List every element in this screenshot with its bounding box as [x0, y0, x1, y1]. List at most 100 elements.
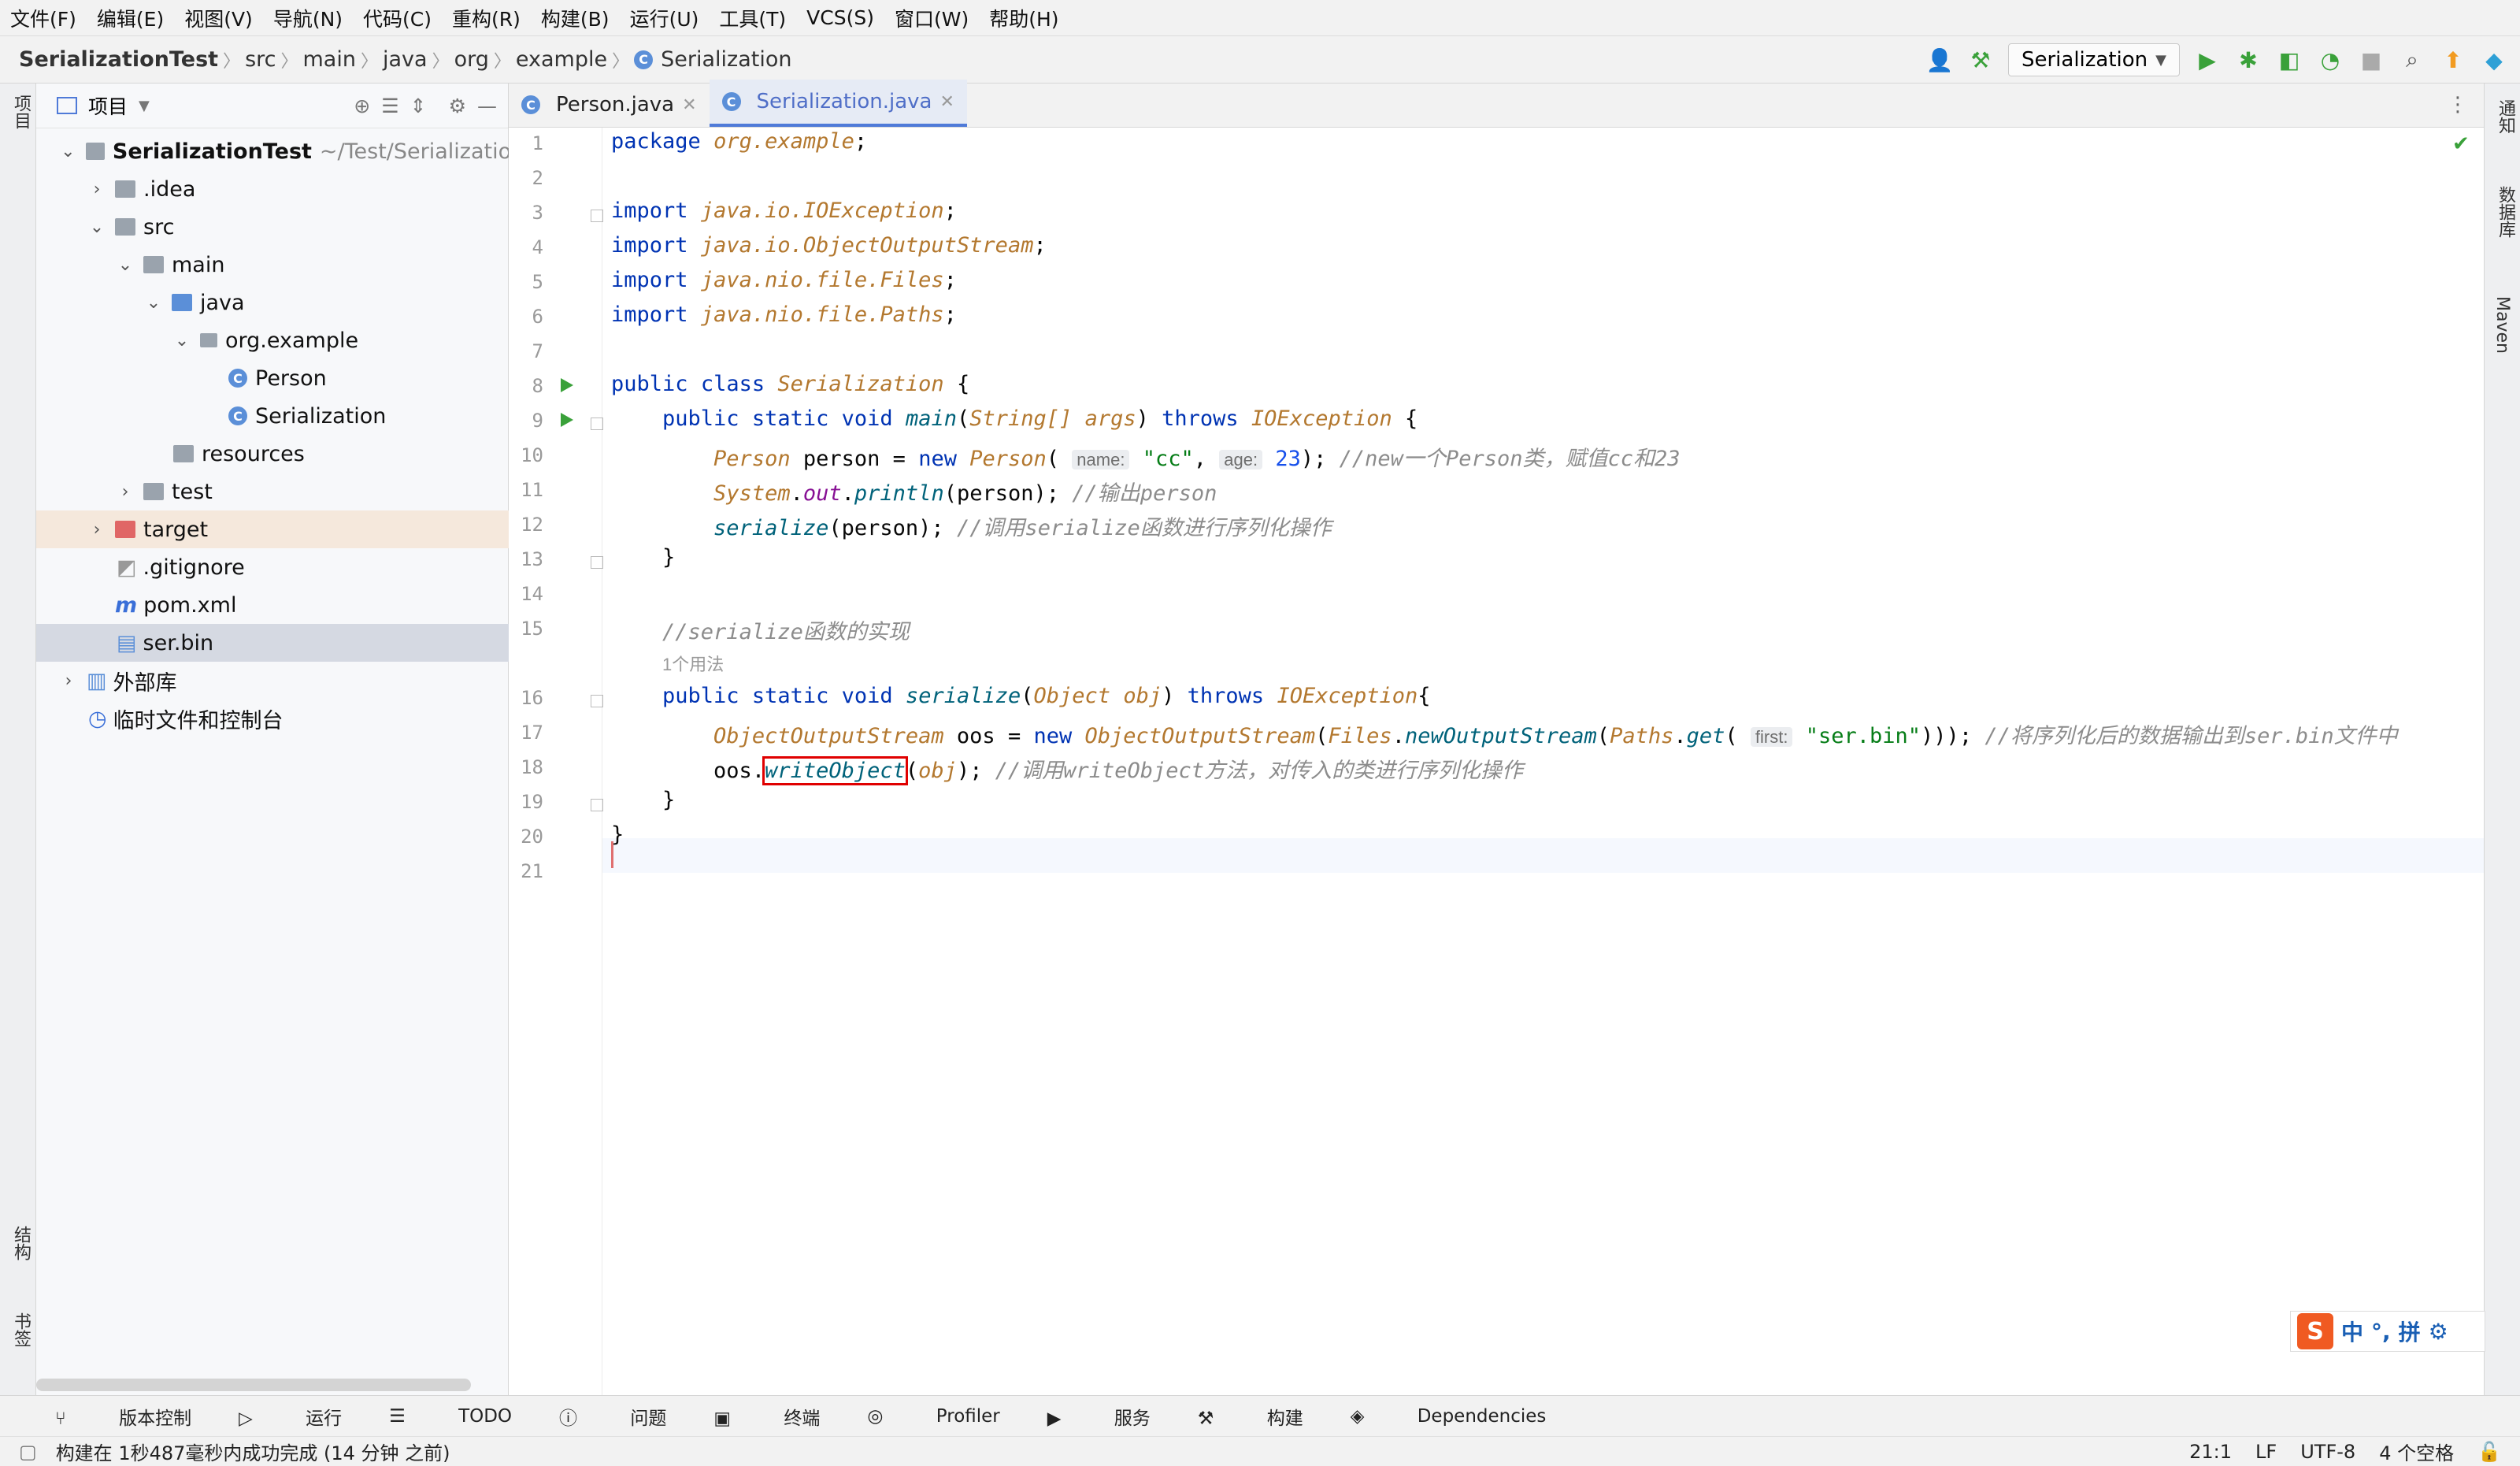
menu-tools[interactable]: 工具(T)	[709, 4, 796, 32]
file-encoding[interactable]: UTF-8	[2300, 1441, 2355, 1463]
tool-problems[interactable]: ⓘ 问题	[559, 1403, 666, 1430]
ime-lang[interactable]: 中	[2341, 1316, 2363, 1347]
menu-build[interactable]: 构建(B)	[531, 4, 620, 32]
inspection-ok-icon[interactable]: ✔	[2452, 132, 2470, 156]
stop-icon[interactable]: ■	[2358, 46, 2385, 73]
menu-view[interactable]: 视图(V)	[174, 4, 263, 32]
tree-item-scratches[interactable]: ◷ 临时文件和控制台	[36, 700, 561, 737]
tree-item-src[interactable]: ⌄ src	[36, 208, 561, 246]
run-icon[interactable]: ▶	[2194, 46, 2221, 73]
highlighted-method-call[interactable]: writeObject	[762, 756, 908, 785]
tree-item-test[interactable]: › test	[36, 473, 589, 510]
ime-toolbar[interactable]: S 中 °, 拼 ⚙	[2290, 1311, 2485, 1352]
menu-edit[interactable]: 编辑(E)	[87, 4, 174, 32]
menu-vcs[interactable]: VCS(S)	[796, 6, 884, 29]
tool-dependencies[interactable]: ◈ Dependencies	[1351, 1406, 1547, 1427]
chevron-right-icon[interactable]: ›	[88, 520, 106, 540]
menu-refactor[interactable]: 重构(R)	[442, 4, 531, 32]
tool-window-database[interactable]: 数据库	[2492, 186, 2518, 238]
tool-window-structure[interactable]: 结构	[8, 1226, 33, 1260]
menu-file[interactable]: 文件(F)	[0, 4, 87, 32]
menu-run[interactable]: 运行(U)	[620, 4, 710, 32]
breadcrumb-src[interactable]: src	[245, 47, 276, 72]
profile-icon[interactable]: ◔	[2317, 46, 2344, 73]
tool-window-project[interactable]: 项目	[8, 95, 33, 129]
code-editor[interactable]: 1 2 3 4 5 6 7 8 9 10 11 12 13 14 15 16 1…	[509, 128, 2484, 1395]
tree-root[interactable]: ⌄ SerializationTest ~/Test/Serialization…	[36, 132, 532, 170]
menu-help[interactable]: 帮助(H)	[979, 4, 1069, 32]
chevron-right-icon[interactable]: ›	[60, 671, 77, 691]
run-gutter-icon[interactable]	[561, 378, 573, 392]
menu-navigate[interactable]: 导航(N)	[263, 4, 353, 32]
debug-icon[interactable]: ✱	[2235, 46, 2262, 73]
breadcrumb-main[interactable]: main	[303, 47, 356, 72]
fold-icon[interactable]	[591, 695, 603, 707]
chevron-down-icon[interactable]: ⌄	[145, 293, 162, 313]
tool-build[interactable]: ⚒ 构建	[1198, 1403, 1303, 1430]
usage-count[interactable]: 1个用法	[662, 655, 724, 674]
fold-icon[interactable]	[591, 556, 603, 569]
close-icon[interactable]: ✕	[939, 92, 954, 112]
close-icon[interactable]: ✕	[682, 95, 696, 115]
lock-icon[interactable]: 🔓	[2477, 1441, 2501, 1463]
breadcrumb-serialization[interactable]: Serialization	[661, 47, 791, 72]
breadcrumb-java[interactable]: java	[383, 47, 428, 72]
tab-person-java[interactable]: C Person.java ✕	[509, 83, 710, 127]
line-separator[interactable]: LF	[2255, 1441, 2277, 1463]
tool-profiler[interactable]: ◎ Profiler	[867, 1406, 999, 1427]
gear-icon[interactable]: ⚙	[449, 95, 466, 117]
tool-vcs[interactable]: ⑂ 版本控制	[55, 1403, 191, 1430]
gear-icon[interactable]: ⚙	[2429, 1319, 2448, 1345]
ide-logo-icon[interactable]: ◆	[2481, 46, 2507, 73]
build-hammer-icon[interactable]: ⚒	[1967, 46, 1994, 73]
fold-icon[interactable]	[591, 799, 603, 811]
tool-todo[interactable]: ☰ TODO	[389, 1406, 512, 1427]
status-message[interactable]: 构建在 1秒487毫秒内成功完成 (14 分钟 之前)	[56, 1438, 450, 1465]
sogou-logo-icon[interactable]: S	[2297, 1313, 2333, 1349]
menu-window[interactable]: 窗口(W)	[884, 4, 979, 32]
chevron-right-icon[interactable]: ›	[88, 180, 106, 199]
tool-window-notifications[interactable]: 通知	[2492, 99, 2518, 134]
chevron-down-icon[interactable]: ▼	[139, 98, 150, 114]
tree-item-external-libraries[interactable]: › ▥ 外部库	[36, 662, 532, 700]
user-icon[interactable]: 👤	[1926, 46, 1954, 73]
project-panel-scrollbar[interactable]	[36, 1379, 471, 1391]
chevron-down-icon[interactable]: ⌄	[88, 217, 106, 237]
tool-services[interactable]: ▶ 服务	[1047, 1403, 1151, 1430]
tree-item-target[interactable]: › target	[36, 510, 561, 548]
tree-item-pom[interactable]: m pom.xml	[36, 586, 587, 624]
tree-item-main[interactable]: ⌄ main	[36, 246, 589, 284]
tool-window-maven[interactable]: Maven	[2492, 296, 2512, 354]
tool-run[interactable]: ▷ 运行	[239, 1403, 342, 1430]
locate-icon[interactable]: ⊕	[354, 95, 370, 117]
fold-icon[interactable]	[591, 418, 603, 430]
layout-toggle-icon[interactable]: ▢	[19, 1441, 37, 1463]
breadcrumb-example[interactable]: example	[516, 47, 607, 72]
tree-item-idea[interactable]: › .idea	[36, 170, 561, 208]
tree-item-ser-bin[interactable]: ▤ ser.bin	[36, 624, 589, 662]
breadcrumb-project[interactable]: SerializationTest	[19, 47, 218, 72]
chevron-down-icon[interactable]: ⌄	[173, 331, 191, 351]
breadcrumb-org[interactable]: org	[454, 47, 489, 72]
more-options-icon[interactable]: ⋮	[2448, 83, 2484, 127]
update-icon[interactable]: ⬆	[2440, 46, 2466, 73]
run-configuration-select[interactable]: Serialization ▼	[2007, 43, 2180, 76]
indent-setting[interactable]: 4 个空格	[2379, 1438, 2454, 1465]
ime-mode[interactable]: 拼	[2399, 1316, 2421, 1347]
chevron-down-icon[interactable]: ⌄	[60, 142, 76, 161]
tool-window-bookmarks[interactable]: 书签	[8, 1312, 33, 1347]
project-panel-title[interactable]: 项目	[88, 91, 128, 120]
coverage-icon[interactable]: ◧	[2276, 46, 2303, 73]
chevron-right-icon[interactable]: ›	[117, 482, 134, 502]
fold-icon[interactable]	[591, 210, 603, 222]
chevron-down-icon[interactable]: ⌄	[117, 255, 134, 275]
tab-serialization-java[interactable]: C Serialization.java ✕	[709, 80, 967, 127]
run-gutter-icon[interactable]	[561, 413, 573, 427]
tree-item-gitignore[interactable]: ◩ .gitignore	[36, 548, 589, 586]
expand-all-icon[interactable]: ☰	[381, 95, 398, 117]
search-icon[interactable]: ⌕	[2399, 46, 2426, 73]
caret-position[interactable]: 21:1	[2189, 1441, 2232, 1463]
usage-hint[interactable]: 1个用法	[611, 651, 724, 676]
ime-punct[interactable]: °,	[2371, 1319, 2391, 1345]
menu-code[interactable]: 代码(C)	[353, 4, 442, 32]
